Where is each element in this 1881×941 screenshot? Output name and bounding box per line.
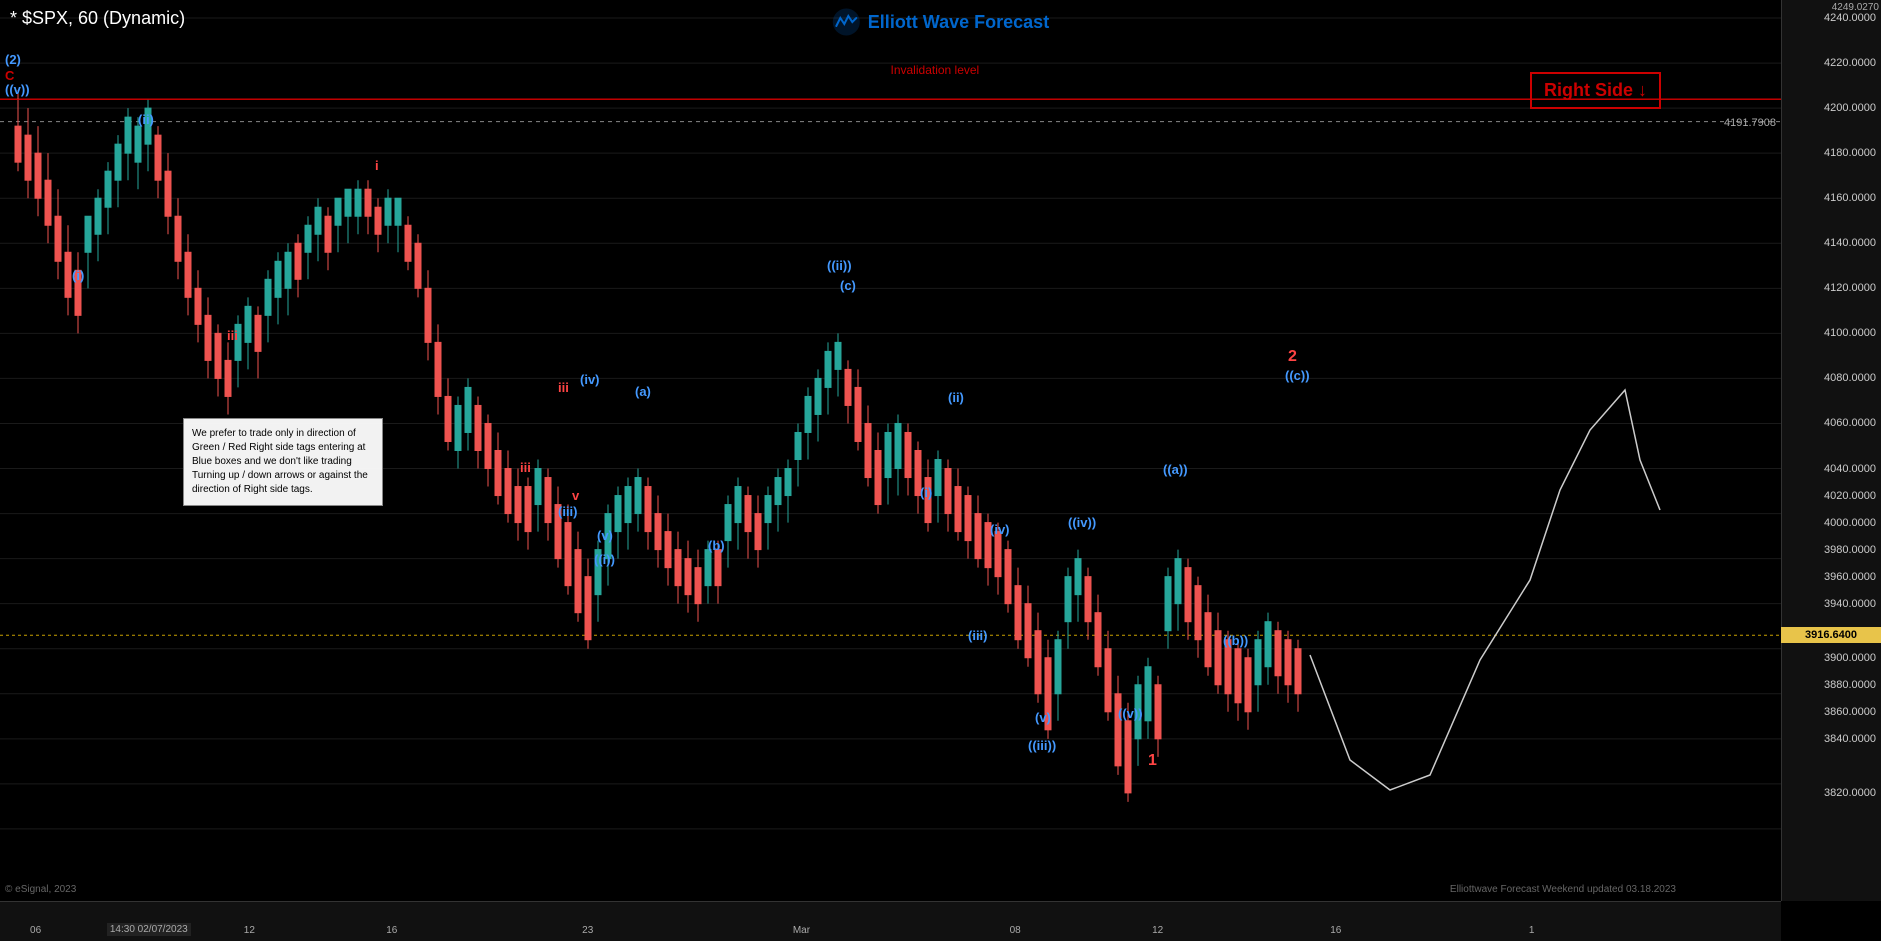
price-4020: 4020.0000 bbox=[1824, 490, 1876, 502]
footnote-left: © eSignal, 2023 bbox=[5, 884, 76, 895]
price-4200: 4200.0000 bbox=[1824, 102, 1876, 114]
invalidation-line bbox=[0, 99, 1781, 100]
time-bar-label: 14:30 02/07/2023 bbox=[107, 923, 191, 936]
footnote-right: Elliottwave Forecast Weekend updated 03.… bbox=[1450, 884, 1676, 895]
chart-header-center: Elliott Wave Forecast bbox=[832, 8, 1049, 36]
price-4000: 4000.0000 bbox=[1824, 517, 1876, 529]
time-08-mar: 08 bbox=[1010, 925, 1021, 936]
brand-name: Elliott Wave Forecast bbox=[868, 12, 1049, 33]
price-4140: 4140.0000 bbox=[1824, 237, 1876, 249]
price-3900: 3900.0000 bbox=[1824, 652, 1876, 664]
price-3980: 3980.0000 bbox=[1824, 544, 1876, 556]
price-3820: 3820.0000 bbox=[1824, 787, 1876, 799]
brand-logo-icon bbox=[832, 8, 860, 36]
time-16-mar: 16 bbox=[1330, 925, 1341, 936]
top-corner-price: 4249.0270 bbox=[1832, 2, 1879, 13]
annotation-box: We prefer to trade only in direction of … bbox=[183, 418, 383, 506]
chart-header-left: * $SPX, 60 (Dynamic) bbox=[10, 8, 185, 29]
time-16-feb: 16 bbox=[386, 925, 397, 936]
price-4160: 4160.0000 bbox=[1824, 192, 1876, 204]
price-4240: 4240.0000 bbox=[1824, 12, 1876, 24]
price-3960: 3960.0000 bbox=[1824, 571, 1876, 583]
right-side-box: Right Side ↓ bbox=[1530, 72, 1661, 109]
current-price-label: 3916.6400 bbox=[1781, 627, 1881, 643]
price-4040: 4040.0000 bbox=[1824, 463, 1876, 475]
time-mar: Mar bbox=[793, 925, 810, 936]
time-06: 06 bbox=[30, 925, 41, 936]
price-4220: 4220.0000 bbox=[1824, 57, 1876, 69]
time-23-feb: 23 bbox=[582, 925, 593, 936]
price-3940: 3940.0000 bbox=[1824, 598, 1876, 610]
price-3860: 3860.0000 bbox=[1824, 706, 1876, 718]
price-4100: 4100.0000 bbox=[1824, 327, 1876, 339]
time-axis: 06 14:30 02/07/2023 12 16 23 Mar 08 12 1… bbox=[0, 901, 1781, 941]
invalidation-label: Invalidation level bbox=[891, 63, 980, 77]
chart-area: .candle-up { fill: #26a69a; stroke: #26a… bbox=[0, 0, 1781, 901]
chart-container: * $SPX, 60 (Dynamic) 4249.0270 Elliott W… bbox=[0, 0, 1881, 941]
time-12-mar: 12 bbox=[1152, 925, 1163, 936]
invalidation-price-label: 4191.7908 bbox=[1724, 117, 1776, 129]
price-4060: 4060.0000 bbox=[1824, 417, 1876, 429]
price-4180: 4180.0000 bbox=[1824, 147, 1876, 159]
price-4080: 4080.0000 bbox=[1824, 372, 1876, 384]
price-4120: 4120.0000 bbox=[1824, 282, 1876, 294]
price-3840: 3840.0000 bbox=[1824, 733, 1876, 745]
time-1: 1 bbox=[1529, 925, 1535, 936]
time-12-feb: 12 bbox=[244, 925, 255, 936]
chart-title: * $SPX, 60 (Dynamic) bbox=[10, 8, 185, 28]
price-3880: 3880.0000 bbox=[1824, 679, 1876, 691]
price-axis: 4240.0000 4220.0000 4200.0000 4180.0000 … bbox=[1781, 0, 1881, 901]
